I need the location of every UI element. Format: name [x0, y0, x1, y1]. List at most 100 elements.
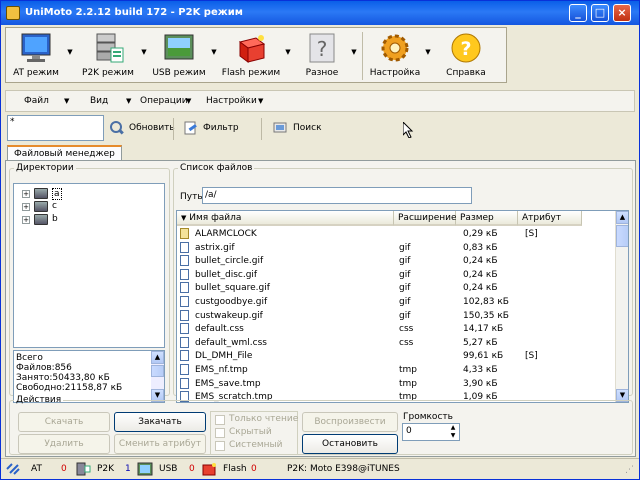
help-button[interactable]: ? Справка — [436, 30, 496, 82]
scroll-thumb[interactable] — [151, 365, 164, 377]
column-name[interactable]: ▼ Имя файла — [177, 211, 394, 226]
cell-extension: css — [399, 337, 414, 348]
p2k-mode-button[interactable]: P2K режим — [78, 30, 138, 82]
settings-button[interactable]: Настройка — [366, 30, 424, 82]
maximize-button[interactable]: □ — [591, 4, 609, 22]
menu-operations-arrow[interactable]: ▼ — [186, 97, 191, 105]
download-button[interactable]: Скачать — [18, 412, 110, 432]
table-row[interactable]: custwakeup.gif gif 150,35 кБ — [177, 309, 617, 323]
file-table[interactable]: ▼ Имя файла Расширение Размер Атрибут AL… — [176, 210, 629, 403]
spin-up-button[interactable]: ▲ — [447, 424, 459, 432]
directories-legend: Директории — [16, 163, 74, 173]
file-icon — [180, 255, 189, 267]
status-usb-label: USB — [159, 464, 178, 474]
table-row[interactable]: astrix.gif gif 0,83 кБ — [177, 241, 617, 255]
cell-extension: gif — [399, 297, 411, 307]
table-row[interactable]: bullet_square.gif gif 0,24 кБ — [177, 282, 617, 295]
expand-icon[interactable]: + — [22, 216, 30, 224]
cell-name: bullet_square.gif — [195, 283, 270, 294]
menu-file-arrow[interactable]: ▼ — [64, 97, 69, 105]
drive-icon — [34, 214, 48, 225]
file-table-scrollbar[interactable]: ▲ ▼ — [615, 211, 628, 402]
svg-text:?: ? — [460, 38, 471, 60]
search-input[interactable]: * — [7, 115, 104, 141]
table-row[interactable]: ALARMCLOCK 0,29 кБ [S] — [177, 228, 617, 241]
p2k-mode-dropdown[interactable]: ▼ — [140, 48, 148, 56]
stats-free: Свободно:21158,87 кБ — [16, 383, 123, 393]
folder-icon — [180, 228, 189, 239]
tab-file-manager[interactable]: Файловый менеджер — [7, 145, 122, 161]
path-input[interactable]: /a/ — [202, 187, 472, 204]
status-usb-count: 0 — [189, 464, 195, 474]
scroll-thumb[interactable] — [616, 225, 628, 247]
upload-button[interactable]: Закачать — [114, 412, 206, 432]
delete-button[interactable]: Удалить — [18, 434, 110, 454]
usb-mode-dropdown[interactable]: ▼ — [210, 48, 218, 56]
cell-size: 0,24 кБ — [463, 283, 498, 294]
table-row[interactable]: EMS_save.tmp tmp 3,90 кБ — [177, 377, 617, 391]
file-list-legend: Список файлов — [180, 163, 253, 173]
menu-operations[interactable]: Операции — [140, 96, 188, 106]
spin-down-button[interactable]: ▼ — [447, 432, 459, 440]
stop-button[interactable]: Остановить — [302, 434, 398, 454]
directory-tree[interactable]: + a + c + b — [13, 183, 165, 348]
menu-settings[interactable]: Настройки — [206, 96, 257, 106]
play-button[interactable]: Воспроизвести — [302, 412, 398, 432]
cell-size: 3,90 кБ — [463, 378, 498, 389]
table-row[interactable]: default.css css 14,17 кБ — [177, 323, 617, 336]
close-button[interactable]: × — [613, 4, 631, 22]
resize-grip[interactable]: ⋰ — [625, 465, 637, 477]
menu-settings-arrow[interactable]: ▼ — [258, 97, 263, 105]
mode-toolbar: AT режим ▼ P2K режим ▼ USB режим ▼ Flash… — [5, 27, 507, 83]
status-at-label: AT — [31, 464, 42, 474]
table-row[interactable]: default_wml.css css 5,27 кБ — [177, 336, 617, 350]
change-attribute-button[interactable]: Сменить атрибут — [114, 434, 206, 454]
table-row[interactable]: DL_DMH_File 99,61 кБ [S] — [177, 350, 617, 363]
menu-view-arrow[interactable]: ▼ — [126, 97, 131, 105]
cell-name: custgoodbye.gif — [195, 297, 268, 307]
volume-label: Громкость — [403, 412, 453, 422]
expand-icon[interactable]: + — [22, 203, 30, 211]
cell-name: DL_DMH_File — [195, 351, 253, 362]
scroll-up-button[interactable]: ▲ — [151, 351, 164, 364]
table-row[interactable]: custgoodbye.gif gif 102,83 кБ — [177, 296, 617, 309]
drive-icon — [34, 188, 48, 199]
gear-icon — [381, 34, 409, 62]
cell-name: bullet_disc.gif — [195, 269, 258, 280]
actions-group: Действия Скачать Закачать Удалить Сменит… — [9, 395, 633, 455]
misc-button[interactable]: ? Разное — [294, 30, 350, 82]
cell-size: 4,33 кБ — [463, 365, 498, 375]
cell-size: 0,24 кБ — [463, 256, 498, 267]
file-icon — [180, 323, 189, 335]
drive-icon — [34, 201, 48, 212]
volume-spinner[interactable]: 0 ▲ ▼ — [402, 423, 460, 441]
table-row[interactable]: bullet_circle.gif gif 0,24 кБ — [177, 255, 617, 268]
column-extension[interactable]: Расширение — [394, 211, 457, 226]
title-bar[interactable]: UniMoto 2.2.12 build 172 - P2K режим _ □… — [1, 1, 639, 25]
table-row[interactable]: EMS_nf.tmp tmp 4,33 кБ — [177, 364, 617, 377]
column-attribute[interactable]: Атрибут — [518, 211, 582, 226]
flash-mode-dropdown[interactable]: ▼ — [284, 48, 292, 56]
at-mode-button[interactable]: AT режим — [8, 30, 64, 82]
menu-file[interactable]: Файл — [24, 96, 49, 106]
cell-extension: gif — [399, 310, 411, 321]
cell-name: ALARMCLOCK — [195, 229, 257, 239]
misc-dropdown[interactable]: ▼ — [350, 48, 358, 56]
minimize-button[interactable]: _ — [569, 4, 587, 22]
column-size[interactable]: Размер — [456, 211, 518, 226]
at-connection-icon — [6, 463, 20, 475]
cell-name: default_wml.css — [195, 337, 267, 348]
usb-mode-button[interactable]: USB режим — [150, 30, 208, 82]
cell-extension: gif — [399, 269, 411, 280]
settings-dropdown[interactable]: ▼ — [424, 48, 432, 56]
flash-mode-button[interactable]: Flash режим — [220, 30, 282, 82]
expand-icon[interactable]: + — [22, 190, 30, 198]
file-icon — [180, 296, 189, 307]
at-mode-dropdown[interactable]: ▼ — [66, 48, 74, 56]
status-device: P2K: Moto E398@iTUNES — [287, 464, 400, 474]
menu-view[interactable]: Вид — [90, 96, 108, 106]
cell-size: 99,61 кБ — [463, 351, 504, 362]
directories-group: Директории + a + c + b Всего Файлов:856 … — [9, 163, 170, 403]
table-row[interactable]: bullet_disc.gif gif 0,24 кБ — [177, 268, 617, 282]
scroll-up-button[interactable]: ▲ — [616, 211, 628, 224]
